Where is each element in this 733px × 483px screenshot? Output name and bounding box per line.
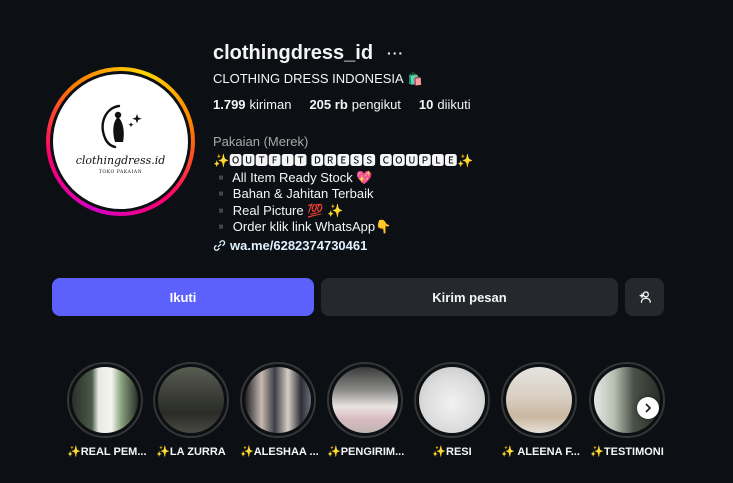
posts-stat: 1.799 kiriman — [213, 97, 291, 112]
highlight-item[interactable]: ✨PENGIRIM... — [327, 362, 405, 458]
highlights-next-button[interactable] — [637, 397, 659, 419]
bio-line: ▪️ Order klik link WhatsApp👇 — [213, 219, 392, 234]
full-name-row: CLOTHING DRESS INDONESIA 🛍️ — [213, 71, 474, 86]
more-options-icon[interactable]: ··· — [387, 45, 404, 61]
follow-button[interactable]: Ikuti — [52, 278, 314, 316]
highlight-label: ✨TESTIMONI — [590, 446, 664, 458]
send-message-button[interactable]: Kirim pesan — [321, 278, 618, 316]
posts-count: 1.799 — [213, 97, 246, 112]
profile-bio: ✨🅾🆄🆃🅵🅸🆃 🅳🆁🅴🆂🆂 🅲🅾🆄🅿🅻🅴✨ ▪️ All Item Ready … — [213, 153, 474, 236]
followers-label: pengikut — [351, 97, 401, 112]
profile-category: Pakaian (Merek) — [213, 134, 309, 149]
followers-count: 205 rb — [309, 97, 348, 112]
following-label: diikuti — [437, 97, 471, 112]
highlight-cover-image — [506, 367, 572, 433]
highlight-cover-image — [245, 367, 311, 433]
bio-line: ▪️ Real Picture 💯 ✨ — [213, 202, 344, 218]
highlight-cover-image — [332, 367, 398, 433]
highlight-cover-image — [158, 367, 224, 433]
highlight-item[interactable]: ✨ALESHAA ... — [240, 362, 319, 458]
highlight-ring — [67, 362, 143, 438]
profile-link[interactable]: wa.me/6282374730461 — [213, 238, 474, 253]
bio-line: ▪️ Bahan & Jahitan Terbaik — [213, 186, 374, 201]
highlight-label: ✨PENGIRIM... — [327, 446, 405, 458]
username[interactable]: clothingdress_id — [213, 42, 373, 65]
brand-logo-icon — [100, 104, 142, 149]
highlight-label: ✨ALESHAA ... — [240, 446, 319, 458]
avatar-image: clothingdress.id TOKO PAKAIAN — [53, 74, 188, 209]
add-user-icon — [639, 291, 651, 303]
highlight-label: ✨LA ZURRA — [156, 446, 226, 458]
shopping-bag-icon: 🛍️ — [407, 71, 423, 86]
bio-line: ▪️ All Item Ready Stock 💖 — [213, 169, 373, 185]
highlight-item[interactable]: ✨LA ZURRA — [153, 362, 229, 458]
link-icon — [213, 239, 226, 252]
highlight-item[interactable]: ✨ ALEENA F... — [501, 362, 580, 458]
username-row: clothingdress_id ··· — [213, 38, 474, 68]
profile-link-text[interactable]: wa.me/6282374730461 — [230, 238, 367, 253]
avatar-brand-subtext: TOKO PAKAIAN — [98, 170, 143, 175]
highlight-cover-image — [419, 367, 485, 433]
highlight-ring — [501, 362, 577, 438]
profile-header: clothingdress_id ··· CLOTHING DRESS INDO… — [213, 38, 474, 253]
highlight-label: ✨RESI — [432, 446, 472, 458]
following-stat[interactable]: 10 diikuti — [419, 97, 471, 112]
highlight-item[interactable]: ✨RESI — [414, 362, 490, 458]
highlight-ring — [327, 362, 403, 438]
profile-avatar[interactable]: clothingdress.id TOKO PAKAIAN — [46, 67, 195, 216]
posts-label: kiriman — [249, 97, 292, 112]
highlight-label: ✨ ALEENA F... — [501, 446, 580, 458]
profile-stats: 1.799 kiriman 205 rb pengikut 10 diikuti — [213, 97, 474, 112]
following-count: 10 — [418, 97, 434, 112]
highlight-ring — [414, 362, 490, 438]
highlight-item[interactable]: ✨REAL PEM... — [67, 362, 147, 458]
avatar-gap: clothingdress.id TOKO PAKAIAN — [50, 71, 191, 212]
chevron-right-icon — [645, 403, 651, 413]
highlight-label: ✨REAL PEM... — [67, 446, 147, 458]
suggest-accounts-button[interactable] — [625, 278, 664, 316]
highlight-cover-image — [72, 367, 138, 433]
followers-stat[interactable]: 205 rb pengikut — [309, 97, 400, 112]
highlight-ring — [153, 362, 229, 438]
avatar-brand-text: clothingdress.id — [75, 154, 166, 167]
highlight-ring — [240, 362, 316, 438]
full-name: CLOTHING DRESS INDONESIA — [213, 71, 404, 86]
bio-line: ✨🅾🆄🆃🅵🅸🆃 🅳🆁🅴🆂🆂 🅲🅾🆄🅿🅻🅴✨ — [213, 153, 474, 168]
